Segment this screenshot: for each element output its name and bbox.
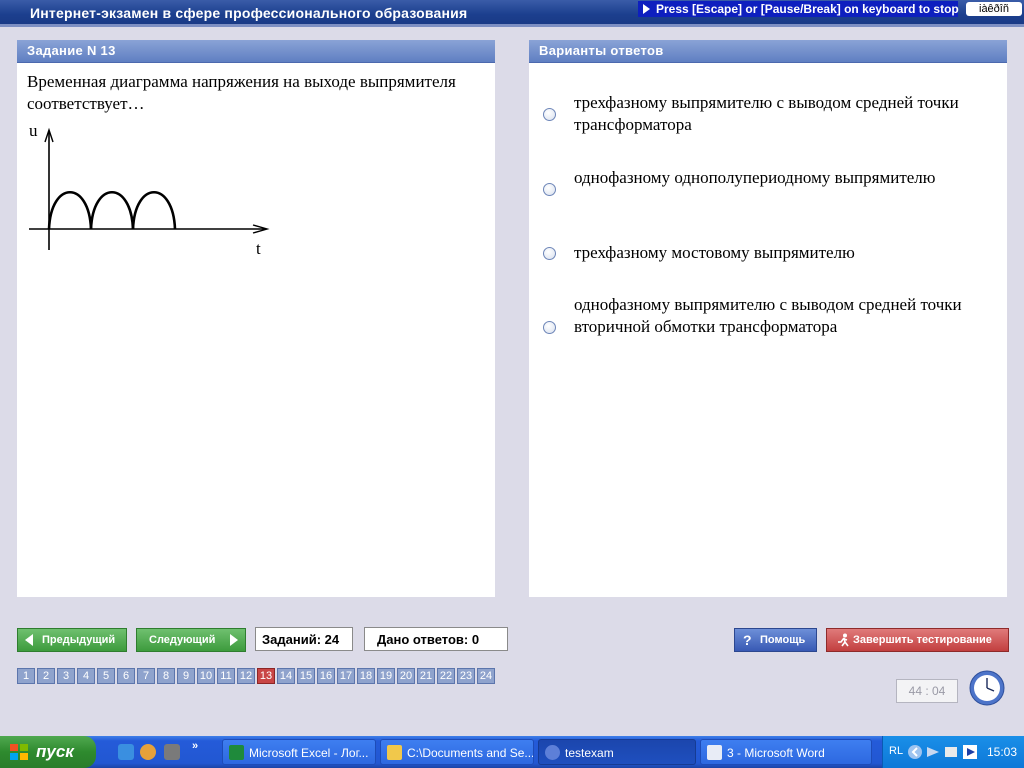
answer-option-1[interactable]: трехфазному выпрямителю с выводом средне… (543, 92, 993, 138)
system-clock: 15:03 (987, 745, 1018, 759)
task-number-12[interactable]: 12 (237, 668, 255, 684)
start-button[interactable]: пуск (0, 736, 96, 768)
taskbar-item-excel[interactable]: Microsoft Excel - Лог... (222, 739, 376, 765)
task-number-11[interactable]: 11 (217, 668, 235, 684)
taskbar-item-label: Microsoft Excel - Лог... (249, 746, 369, 760)
internet-explorer-icon[interactable] (118, 744, 134, 760)
task-number-18[interactable]: 18 (357, 668, 375, 684)
escape-hint-text: Press [Escape] or [Pause/Break] on keybo… (656, 2, 959, 16)
timer-display: 44 : 04 (896, 679, 958, 703)
waveform-arc-2 (89, 190, 135, 230)
finish-button-label: Завершить тестирование (853, 634, 992, 646)
title-bar-divider (0, 24, 1024, 27)
answer-option-3[interactable]: трехфазному мостовому выпрямителю (543, 242, 993, 266)
media-player-icon[interactable] (140, 744, 156, 760)
task-number-24[interactable]: 24 (477, 668, 495, 684)
taskbar-item-label: testexam (565, 746, 614, 760)
clock-icon (969, 670, 1005, 706)
radio-button[interactable] (543, 108, 556, 121)
monitor-icon (945, 747, 957, 757)
play-icon (927, 747, 939, 757)
answer-option-text: трехфазному выпрямителю с выводом средне… (574, 93, 959, 134)
task-number-23[interactable]: 23 (457, 668, 475, 684)
taskbar-item-testexam[interactable]: testexam (538, 739, 696, 765)
answer-option-text: трехфазному мостовому выпрямителю (574, 243, 855, 262)
task-number-5[interactable]: 5 (97, 668, 115, 684)
taskbar-item-label: 3 - Microsoft Word (727, 746, 825, 760)
chevron-icon[interactable]: » (192, 740, 198, 752)
waveform-arc-1 (47, 190, 93, 230)
play-arrow-icon (643, 4, 650, 14)
task-number-1[interactable]: 1 (17, 668, 35, 684)
next-button[interactable]: Следующий (136, 628, 246, 652)
finish-test-button[interactable]: Завершить тестирование (826, 628, 1009, 652)
task-header: Задание N 13 (17, 40, 495, 63)
task-number-22[interactable]: 22 (437, 668, 455, 684)
keyboard-layout-indicator[interactable]: iàêðîñ (966, 2, 1022, 16)
help-button[interactable]: ? Помощь (734, 628, 817, 652)
language-indicator[interactable]: RL (889, 745, 903, 757)
task-number-20[interactable]: 20 (397, 668, 415, 684)
app-launcher-icon[interactable] (164, 744, 180, 760)
answers-header: Варианты ответов (529, 40, 1007, 63)
task-number-14[interactable]: 14 (277, 668, 295, 684)
excel-icon (229, 745, 244, 760)
windows-taskbar: пуск » Microsoft Excel - Лог... C:\Docum… (0, 736, 1024, 768)
radio-button[interactable] (543, 247, 556, 260)
task-number-3[interactable]: 3 (57, 668, 75, 684)
task-number-19[interactable]: 19 (377, 668, 395, 684)
system-tray: RL 15:03 (882, 736, 1024, 768)
folder-icon (387, 745, 402, 760)
task-number-6[interactable]: 6 (117, 668, 135, 684)
waveform-arc-3 (131, 190, 177, 230)
task-number-16[interactable]: 16 (317, 668, 335, 684)
question-text: Временная диаграмма напряжения на выходе… (27, 72, 456, 113)
windows-logo-icon (10, 744, 28, 760)
task-panel: Задание N 13 Временная диаграмма напряже… (17, 40, 495, 597)
arrow-left-icon (25, 634, 33, 646)
answer-option-4[interactable]: однофазному выпрямителю с выводом средне… (543, 294, 993, 340)
x-axis-label: t (256, 239, 261, 258)
tray-arrow-icon (908, 745, 922, 759)
tray-icons (908, 745, 977, 759)
word-icon (707, 745, 722, 760)
answer-option-text: однофазному однополупериодному выпрямите… (574, 168, 936, 187)
running-man-icon (838, 633, 849, 647)
taskbar-item-explorer[interactable]: C:\Documents and Se... (380, 739, 534, 765)
taskbar-item-label: C:\Documents and Se... (407, 746, 534, 760)
previous-button-label: Предыдущий (42, 634, 116, 646)
task-number-7[interactable]: 7 (137, 668, 155, 684)
answer-option-text: однофазному выпрямителю с выводом средне… (574, 295, 962, 336)
task-number-21[interactable]: 21 (417, 668, 435, 684)
taskbar-item-word[interactable]: 3 - Microsoft Word (700, 739, 872, 765)
task-number-13[interactable]: 13 (257, 668, 275, 684)
task-number-10[interactable]: 10 (197, 668, 215, 684)
window-title: Интернет-экзамен в сфере профессионально… (30, 5, 468, 21)
task-number-2[interactable]: 2 (37, 668, 55, 684)
exam-title-bar: Интернет-экзамен в сфере профессионально… (0, 0, 1024, 24)
question-mark-icon: ? (743, 632, 752, 648)
task-number-4[interactable]: 4 (77, 668, 95, 684)
task-number-15[interactable]: 15 (297, 668, 315, 684)
answer-option-2[interactable]: однофазному однополупериодному выпрямите… (543, 167, 993, 213)
task-number-17[interactable]: 17 (337, 668, 355, 684)
testexam-icon (545, 745, 560, 760)
next-button-label: Следующий (149, 634, 216, 646)
start-button-label: пуск (36, 742, 74, 761)
task-number-strip: 1 2 3 4 5 6 7 8 9 10 11 12 13 14 15 16 17 18 19 20 21 22 23 24 (17, 666, 497, 684)
previous-button[interactable]: Предыдущий (17, 628, 127, 652)
tasks-count: Заданий: 24 (255, 627, 353, 651)
answers-given-count: Дано ответов: 0 (364, 627, 508, 651)
y-axis-label: u (29, 121, 38, 140)
help-button-label: Помощь (760, 634, 806, 646)
voltage-diagram: u t (29, 121, 270, 258)
task-number-8[interactable]: 8 (157, 668, 175, 684)
answers-panel: Варианты ответов трехфазному выпрямителю… (529, 40, 1007, 597)
radio-button[interactable] (543, 183, 556, 196)
arrow-right-icon (230, 634, 238, 646)
quick-launch: » (108, 740, 218, 762)
escape-hint: Press [Escape] or [Pause/Break] on keybo… (638, 1, 959, 17)
task-number-9[interactable]: 9 (177, 668, 195, 684)
radio-button[interactable] (543, 321, 556, 334)
